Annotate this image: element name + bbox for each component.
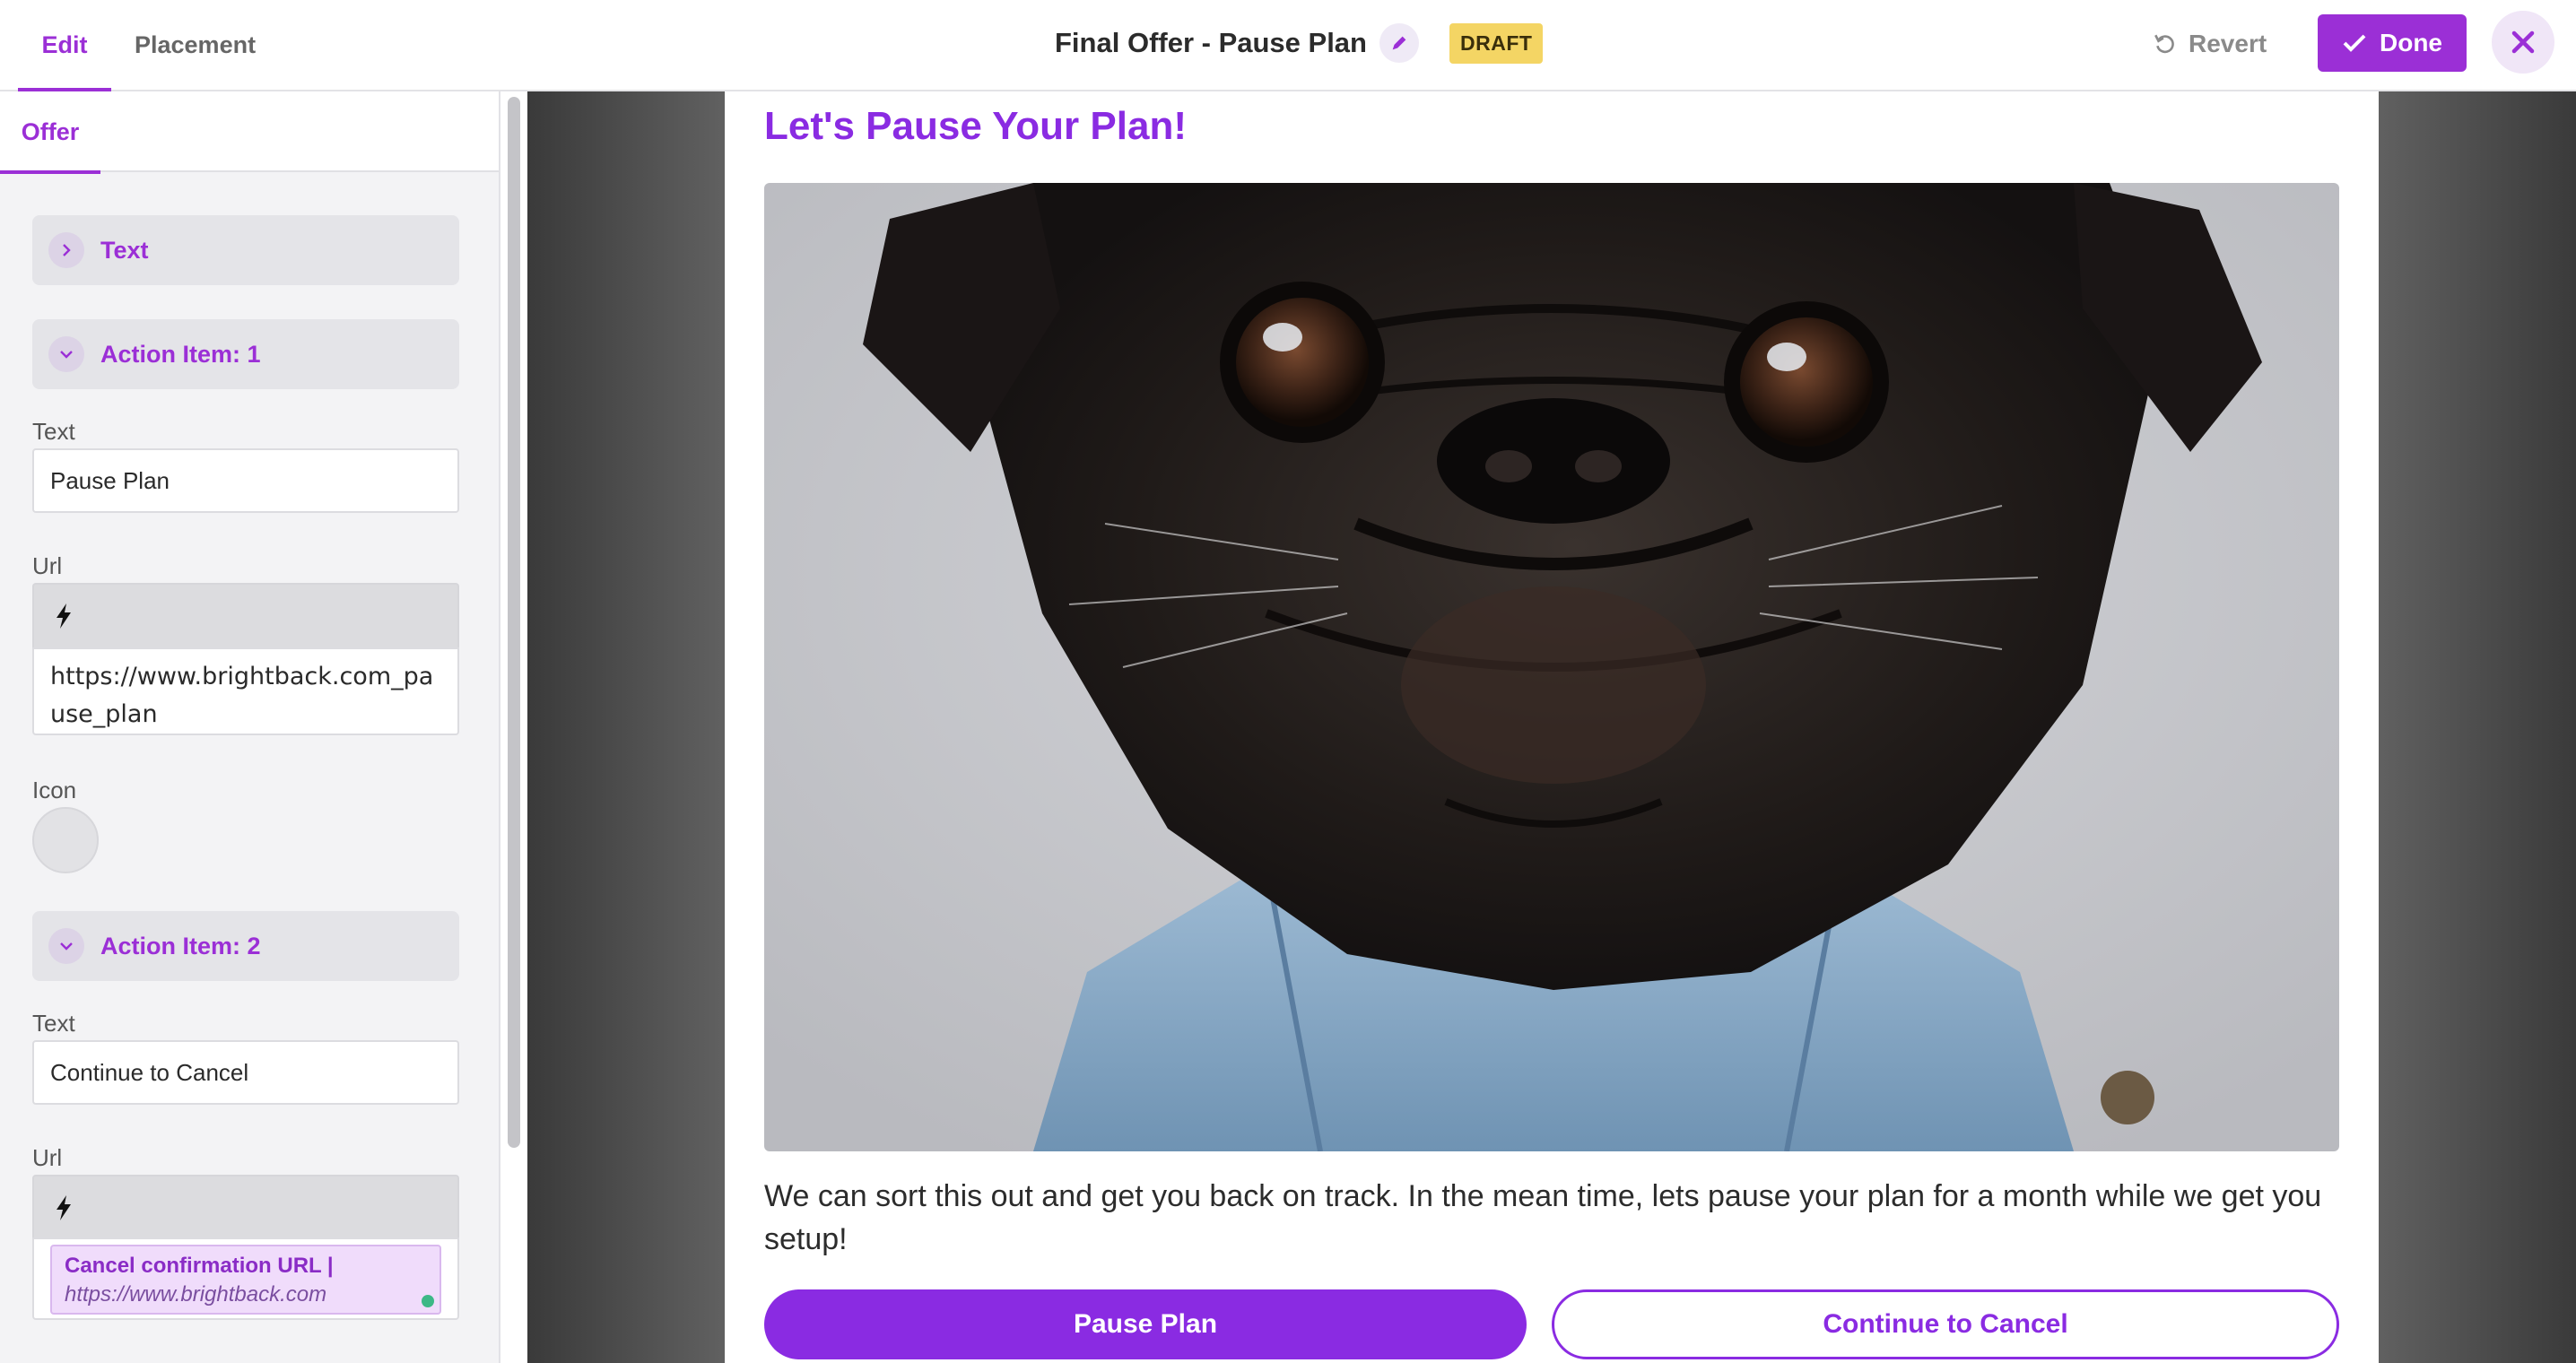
revert-button[interactable]: Revert <box>2153 23 2267 65</box>
pug-photo-illustration <box>764 183 2339 1151</box>
action-1-url-input[interactable]: https://www.brightback.com_pause_plan <box>32 647 459 735</box>
page-title: Final Offer - Pause Plan <box>1055 27 1367 58</box>
section-action-item-1[interactable]: Action Item: 1 <box>32 319 459 389</box>
section-text-label: Text <box>100 236 149 264</box>
revert-label: Revert <box>2189 30 2267 57</box>
pause-plan-button[interactable]: Pause Plan <box>764 1289 1527 1359</box>
status-badge: DRAFT <box>1449 22 1544 64</box>
action-1-icon-label: Icon <box>32 777 77 803</box>
chevron-down-icon <box>48 336 84 372</box>
status-dot <box>422 1295 434 1307</box>
offer-image <box>764 183 2339 1151</box>
section-action-item-2-label: Action Item: 2 <box>100 932 261 959</box>
sidebar-scrollbar[interactable] <box>508 97 520 1148</box>
close-button[interactable] <box>2492 11 2554 74</box>
section-text[interactable]: Text <box>32 215 459 285</box>
action-2-url-input[interactable]: Cancel confirmation URL | https://www.br… <box>32 1237 459 1320</box>
merge-field-token[interactable]: Cancel confirmation URL | https://www.br… <box>50 1245 441 1315</box>
token-title: Cancel confirmation URL | <box>65 1254 334 1278</box>
top-bar: Edit Placement Final Offer - Pause Plan … <box>0 0 2576 91</box>
done-label: Done <box>2380 29 2442 56</box>
action-2-text-input[interactable]: Continue to Cancel <box>32 1040 459 1105</box>
lightning-icon <box>57 1195 71 1220</box>
section-action-item-1-label: Action Item: 1 <box>100 340 261 368</box>
tab-offer[interactable]: Offer <box>0 91 100 174</box>
chevron-right-icon <box>48 232 84 268</box>
action-1-text-input[interactable]: Pause Plan <box>32 448 459 513</box>
action-1-dynamic-content-bar[interactable] <box>32 583 459 647</box>
done-button[interactable]: Done <box>2318 14 2467 72</box>
check-icon <box>2343 34 2366 52</box>
tab-placement-label: Placement <box>135 30 257 58</box>
action-2-text-label: Text <box>32 1010 75 1037</box>
chevron-down-icon <box>48 928 84 964</box>
continue-to-cancel-button[interactable]: Continue to Cancel <box>1552 1289 2339 1359</box>
lightning-icon <box>57 603 71 629</box>
tab-edit-label: Edit <box>41 30 88 58</box>
active-tab-indicator <box>0 170 100 174</box>
pencil-icon <box>1392 36 1406 50</box>
sidebar-tabs: Offer <box>0 91 499 174</box>
action-2-url-label: Url <box>32 1144 63 1171</box>
offer-title: Let's Pause Your Plan! <box>764 104 1187 148</box>
undo-icon <box>2154 34 2174 54</box>
edit-title-button[interactable] <box>1379 23 1419 63</box>
action-2-dynamic-content-bar[interactable] <box>32 1175 459 1239</box>
tab-placement[interactable]: Placement <box>135 0 256 90</box>
token-url: https://www.brightback.com <box>65 1282 327 1307</box>
offer-body-text: We can sort this out and get you back on… <box>764 1179 2322 1256</box>
tab-edit[interactable]: Edit <box>18 0 111 91</box>
tab-offer-label: Offer <box>21 117 80 145</box>
section-action-item-2[interactable]: Action Item: 2 <box>32 911 459 981</box>
title-group: Final Offer - Pause Plan DRAFT <box>1055 20 1544 66</box>
close-icon <box>2511 30 2535 54</box>
action-1-url-label: Url <box>32 552 63 579</box>
action-1-text-label: Text <box>32 418 75 445</box>
icon-picker[interactable] <box>32 807 99 873</box>
